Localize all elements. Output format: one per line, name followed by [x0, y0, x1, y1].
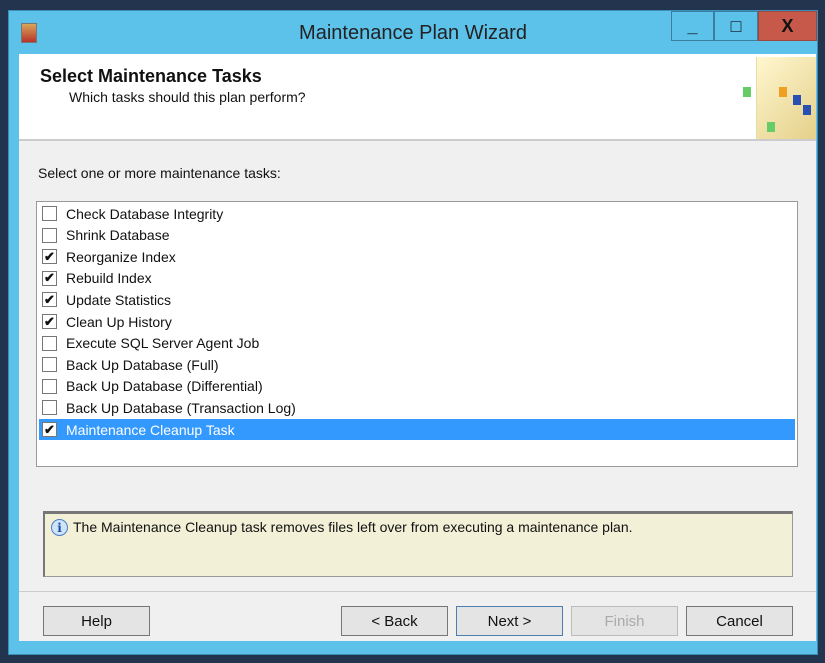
task-item[interactable]: Shrink Database [39, 225, 795, 246]
task-item[interactable]: ✔ Maintenance Cleanup Task [39, 419, 795, 440]
wizard-window: Maintenance Plan Wizard _ □ X Select Mai… [8, 10, 818, 655]
task-label: Rebuild Index [66, 270, 152, 287]
task-checkbox[interactable] [42, 400, 57, 416]
task-checkbox[interactable]: ✔ [42, 249, 57, 265]
task-description: The Maintenance Cleanup task removes fil… [73, 519, 633, 535]
title-bar[interactable]: Maintenance Plan Wizard _ □ X [9, 11, 817, 53]
task-checkbox[interactable] [42, 206, 57, 221]
task-item[interactable]: ✔ Reorganize Index [39, 246, 795, 267]
task-label: Clean Up History [66, 313, 172, 330]
task-list-label: Select one or more maintenance tasks: [38, 165, 281, 181]
task-item[interactable]: Back Up Database (Transaction Log) [39, 397, 795, 418]
close-button[interactable]: X [758, 11, 817, 41]
task-item[interactable]: ✔ Rebuild Index [39, 268, 795, 289]
info-icon: i [51, 519, 68, 536]
task-label: Back Up Database (Differential) [66, 378, 263, 395]
task-checkbox[interactable] [42, 227, 57, 243]
task-label: Reorganize Index [66, 248, 176, 265]
task-item[interactable]: Back Up Database (Full) [39, 354, 795, 375]
task-item[interactable]: ✔ Update Statistics [39, 289, 795, 310]
task-item[interactable]: Check Database Integrity [39, 203, 795, 224]
task-checkbox[interactable]: ✔ [42, 270, 57, 286]
wizard-body: Select Maintenance Tasks Which tasks sho… [19, 54, 816, 641]
task-item[interactable]: Back Up Database (Differential) [39, 376, 795, 397]
cancel-button[interactable]: Cancel [686, 606, 793, 636]
task-label: Shrink Database [66, 227, 170, 244]
minimize-button[interactable]: _ [671, 11, 714, 41]
task-list[interactable]: Check Database Integrity Shrink Database ✔… [36, 201, 798, 467]
task-item[interactable]: Execute SQL Server Agent Job [39, 333, 795, 354]
task-checkbox[interactable]: ✔ [42, 422, 57, 437]
task-label: Maintenance Cleanup Task [66, 421, 235, 438]
wizard-graphic-icon [743, 57, 816, 139]
task-item[interactable]: ✔ Clean Up History [39, 311, 795, 332]
task-label: Update Statistics [66, 291, 172, 308]
page-title: Select Maintenance Tasks [40, 66, 262, 86]
next-button[interactable]: Next > [456, 606, 563, 636]
task-checkbox[interactable]: ✔ [42, 314, 57, 329]
back-button[interactable]: < Back [341, 606, 448, 636]
divider [19, 591, 816, 592]
task-label: Back Up Database (Transaction Log) [66, 399, 296, 416]
task-label: Execute SQL Server Agent Job [66, 335, 260, 352]
task-label: Back Up Database (Full) [66, 356, 219, 373]
task-checkbox[interactable] [42, 378, 57, 394]
task-checkbox[interactable] [42, 335, 57, 351]
task-description-panel: i The Maintenance Cleanup task removes f… [43, 511, 793, 577]
task-label: Check Database Integrity [66, 205, 224, 222]
maximize-button[interactable]: □ [714, 11, 758, 41]
wizard-header: Select Maintenance Tasks Which tasks sho… [19, 54, 816, 141]
help-button[interactable]: Help [43, 606, 150, 636]
task-checkbox[interactable]: ✔ [42, 292, 57, 308]
page-subtitle: Which tasks should this plan perform? [69, 89, 306, 105]
finish-button: Finish [571, 606, 678, 636]
task-checkbox[interactable] [42, 357, 57, 373]
